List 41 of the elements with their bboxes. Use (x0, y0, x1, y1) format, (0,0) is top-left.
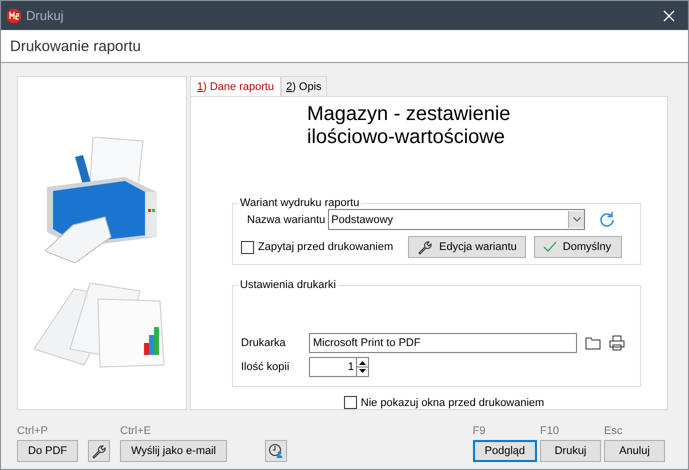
checkbox[interactable] (241, 240, 254, 254)
action-button[interactable]: Anuluj (604, 440, 665, 462)
dialog-heading: Drukowanie raportu (10, 38, 141, 54)
action-button[interactable]: Do PDF (17, 440, 78, 462)
field-label: Drukarka (241, 337, 287, 349)
field-label: Nazwa wariantu (247, 214, 326, 226)
default-button[interactable]: Domyślny (534, 236, 622, 258)
close-icon (663, 10, 675, 22)
group-title: Wariant wydruku raportu (239, 197, 360, 209)
report-title: Magazyn - zestawienie ilościowo-wartościowe (307, 103, 512, 149)
chevron-down-icon (572, 217, 581, 222)
app-logo-icon (7, 8, 21, 22)
clock-user-icon (268, 443, 284, 459)
group-title: Ustawienia drukarki (239, 279, 337, 291)
wrench-icon (91, 443, 108, 459)
refresh-icon[interactable] (598, 210, 616, 228)
action-button[interactable]: Drukuj (540, 440, 601, 462)
shortcut-label: Esc (604, 425, 624, 439)
variant-dropdown[interactable]: Podstawowy (328, 209, 586, 230)
tab[interactable]: 1) Dane raportu (190, 76, 282, 96)
action-button[interactable]: Wyślij jako e-mail (120, 440, 227, 462)
copies-spinner[interactable]: 1 (309, 357, 369, 377)
shortcut-label: F10 (540, 425, 560, 439)
edit-variant-button[interactable]: Edycja wariantu (408, 236, 526, 258)
wrench-icon (417, 239, 434, 255)
checkbox-label: Nie pokazuj okna przed drukowaniem (360, 396, 544, 408)
printer-field[interactable]: Microsoft Print to PDF (309, 333, 577, 353)
field-label: Ilość kopii (241, 361, 290, 373)
tab[interactable]: 2) Opis (281, 76, 327, 96)
settings-button[interactable] (88, 440, 110, 462)
schedule-button[interactable] (264, 440, 287, 462)
shortcut-label: Ctrl+E (120, 425, 152, 439)
checkbox-label: Zapytaj przed drukowaniem (258, 241, 394, 253)
shortcut-label: Ctrl+P (17, 425, 49, 439)
folder-icon[interactable] (585, 336, 601, 350)
shortcut-label: F9 (472, 425, 486, 439)
printer-icon[interactable] (609, 335, 625, 351)
action-button[interactable]: Podgląd (472, 440, 537, 462)
checkbox[interactable] (344, 396, 357, 409)
window-title: Drukuj (26, 8, 65, 23)
checkmark-icon (542, 241, 557, 253)
